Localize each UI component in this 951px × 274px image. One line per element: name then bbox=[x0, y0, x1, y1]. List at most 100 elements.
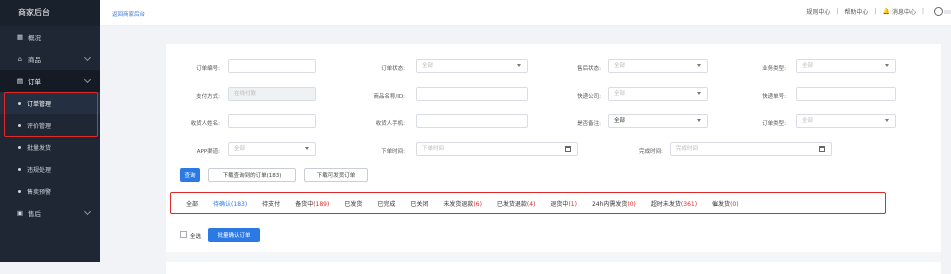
app-channel-select[interactable]: 全部 bbox=[228, 142, 316, 156]
status-tab[interactable]: 24h内需发货(0) bbox=[592, 199, 636, 208]
status-tab[interactable]: 已关闭 bbox=[410, 199, 428, 208]
status-tab-count: (361) bbox=[680, 200, 698, 208]
status-tab-count: (6) bbox=[473, 200, 482, 208]
express-select[interactable]: 全部 bbox=[608, 87, 708, 101]
status-tab[interactable]: 全部 bbox=[186, 199, 198, 208]
order-status-label: 订单状态: bbox=[381, 66, 405, 72]
search-button[interactable]: 查询 bbox=[180, 168, 200, 182]
sidebar-item[interactable]: ▣ 售后 bbox=[0, 202, 100, 224]
sidebar-item[interactable]: ⌂ 商品 bbox=[0, 48, 100, 70]
status-tab-label: 备货中 bbox=[295, 200, 314, 208]
batch-confirm-button[interactable]: 批量确认订单 bbox=[208, 228, 260, 242]
status-tab[interactable]: 退货中(1) bbox=[550, 199, 577, 208]
bell-icon[interactable]: 🔔 bbox=[882, 8, 889, 15]
status-tab-count: (0) bbox=[730, 200, 739, 208]
filter-panel bbox=[166, 44, 941, 274]
sidebar-subitem-label: 售卖预警 bbox=[27, 188, 52, 196]
status-tab[interactable]: 待确认(183) bbox=[213, 199, 247, 208]
product-name-label: 商品名称/ID: bbox=[373, 94, 405, 100]
rules-center-link[interactable]: 规则中心 bbox=[806, 7, 830, 16]
status-tab[interactable]: 已发货 bbox=[344, 199, 362, 208]
status-tab-label: 待确认 bbox=[213, 200, 232, 208]
chevron-down-icon bbox=[697, 64, 701, 67]
status-tab-count: (189) bbox=[313, 200, 330, 208]
order-no-input[interactable] bbox=[228, 59, 316, 73]
back-to-seller-link[interactable]: 返回商家后台 bbox=[112, 10, 145, 18]
status-tab-count: (1) bbox=[568, 200, 577, 208]
status-tab[interactable]: 已发货退款(4) bbox=[497, 199, 536, 208]
bag-icon: ⌂ bbox=[17, 55, 23, 63]
express-no-label: 快递单号: bbox=[762, 94, 786, 100]
status-tab[interactable]: 已完成 bbox=[377, 199, 395, 208]
sidebar-item[interactable]: ▦ 概况 bbox=[0, 26, 100, 48]
status-tab-label: 已关闭 bbox=[410, 200, 429, 208]
sidebar-subitem[interactable]: 批量发货 bbox=[0, 136, 100, 158]
chevron-down-icon bbox=[83, 207, 92, 216]
separator: | bbox=[836, 8, 839, 15]
status-tab-label: 催发货 bbox=[712, 200, 731, 208]
product-name-input[interactable] bbox=[416, 87, 528, 101]
status-tab[interactable]: 催发货(0) bbox=[712, 199, 739, 208]
sidebar-subitem-label: 违规处理 bbox=[27, 166, 52, 174]
pay-method-label: 支付方式: bbox=[196, 94, 220, 100]
status-tab[interactable]: 备货中(189) bbox=[295, 199, 329, 208]
remark-select[interactable]: 全部 bbox=[608, 114, 708, 128]
download-shippable-button[interactable]: 下载可发货订单 bbox=[304, 168, 368, 182]
message-center-link[interactable]: 消息中心 bbox=[892, 7, 916, 16]
chevron-down-icon bbox=[697, 119, 701, 122]
order-type-select[interactable]: 全部 bbox=[796, 114, 896, 128]
chevron-down-icon bbox=[517, 64, 521, 67]
receiver-name-input[interactable] bbox=[228, 114, 316, 128]
business-type-value: 全部 bbox=[802, 63, 814, 69]
bullet-icon bbox=[18, 189, 21, 193]
status-tab[interactable]: 待支付 bbox=[262, 199, 280, 208]
business-type-select[interactable]: 全部 bbox=[796, 59, 896, 73]
highlight-order-menu bbox=[4, 92, 98, 137]
sidebar-item[interactable]: ▤ 订单 bbox=[0, 70, 100, 92]
sidebar-item-label: 售后 bbox=[28, 210, 41, 218]
complete-time-placeholder: 完成时间 bbox=[676, 146, 699, 152]
receiver-name-label: 收货人姓名: bbox=[190, 121, 220, 127]
order-no-label: 订单编号: bbox=[196, 66, 220, 72]
select-all-checkbox[interactable] bbox=[180, 231, 187, 238]
status-tab[interactable]: 超时未发货(361) bbox=[651, 199, 697, 208]
receiver-phone-input[interactable] bbox=[416, 114, 528, 128]
download-orders-button[interactable]: 下载查询到的订单(183) bbox=[208, 168, 296, 182]
status-tab-label: 未发货退款 bbox=[443, 200, 474, 208]
top-links: 规则中心 | 帮助中心 | 🔔 消息中心 | bbox=[806, 7, 951, 16]
app-channel-value: 全部 bbox=[234, 146, 246, 152]
avatar[interactable] bbox=[934, 7, 951, 16]
sidebar-subitem[interactable]: 售卖预警 bbox=[0, 180, 100, 202]
express-no-input[interactable] bbox=[796, 87, 896, 101]
chevron-down-icon bbox=[83, 53, 92, 62]
chevron-down-icon bbox=[305, 147, 309, 150]
express-label: 快递公司: bbox=[577, 94, 601, 100]
receiver-phone-label: 收货人手机: bbox=[375, 121, 405, 127]
status-tab-label: 全部 bbox=[186, 200, 199, 208]
complete-time-input[interactable]: 完成时间 bbox=[670, 142, 832, 156]
order-icon: ▤ bbox=[16, 77, 24, 85]
status-tab[interactable]: 未发货退款(6) bbox=[443, 199, 482, 208]
sidebar-subitem[interactable]: 违规处理 bbox=[0, 158, 100, 180]
calendar-icon bbox=[819, 146, 825, 152]
help-center-link[interactable]: 帮助中心 bbox=[844, 7, 868, 16]
aftersale-icon: ▣ bbox=[16, 209, 24, 217]
status-tab-label: 24h内需发货 bbox=[591, 200, 628, 208]
status-tab-label: 超时未发货 bbox=[650, 200, 681, 208]
remark-label: 是否备注: bbox=[577, 121, 601, 127]
app-channel-label: APP渠道: bbox=[196, 149, 220, 155]
select-all-label: 全选 bbox=[190, 234, 202, 240]
aftersale-status-label: 售后状态: bbox=[577, 66, 601, 72]
chevron-down-icon bbox=[83, 75, 92, 84]
calendar-icon bbox=[565, 146, 571, 152]
separator: | bbox=[921, 8, 924, 15]
order-time-input[interactable]: 下单时间 bbox=[416, 142, 578, 156]
pay-method-value: 在线付款 bbox=[234, 91, 257, 97]
aftersale-status-select[interactable]: 全部 bbox=[608, 59, 708, 73]
status-tab-label: 待支付 bbox=[262, 200, 281, 208]
status-tab-label: 已发货 bbox=[344, 200, 363, 208]
chevron-down-icon bbox=[697, 92, 701, 95]
chevron-down-icon bbox=[885, 64, 889, 67]
grid-icon: ▦ bbox=[16, 33, 24, 41]
order-status-select[interactable]: 全部 bbox=[416, 59, 528, 73]
